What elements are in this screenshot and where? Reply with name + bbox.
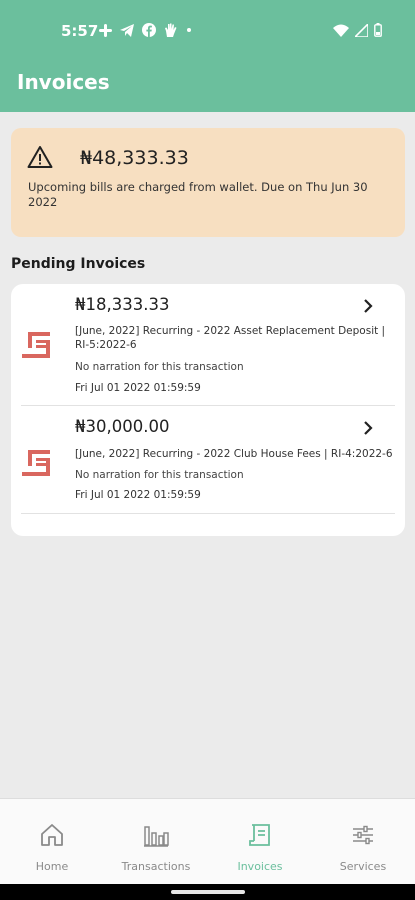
invoice-item[interactable]: ₦18,333.33 [June, 2022] Recurring - 2022… — [11, 284, 405, 406]
signal-icon — [355, 23, 368, 37]
receipt-icon — [22, 450, 50, 476]
due-message: Upcoming bills are charged from wallet. … — [28, 180, 368, 209]
invoice-item[interactable]: ₦30,000.00 [June, 2022] Recurring - 2022… — [11, 406, 405, 514]
pending-invoices-list: ₦18,333.33 [June, 2022] Recurring - 2022… — [11, 284, 405, 536]
chevron-right-icon[interactable] — [361, 298, 375, 314]
invoice-date: Fri Jul 01 2022 01:59:59 — [75, 382, 201, 394]
nav-label: Home — [35, 860, 69, 873]
sliders-icon — [353, 825, 373, 845]
page-title: Invoices — [17, 70, 110, 94]
home-gesture-pill[interactable] — [171, 890, 245, 894]
chevron-right-icon[interactable] — [361, 420, 375, 436]
invoice-narration: No narration for this transaction — [75, 469, 244, 481]
notification-icons — [99, 23, 193, 37]
hand-icon — [165, 23, 177, 37]
nav-item-home[interactable]: Home — [0, 799, 104, 885]
facebook-icon — [142, 23, 156, 37]
battery-icon — [374, 23, 382, 37]
invoice-description: [June, 2022] Recurring - 2022 Asset Repl… — [75, 325, 386, 351]
status-bar: 5:57 — [0, 0, 415, 62]
invoice-date: Fri Jul 01 2022 01:59:59 — [75, 489, 201, 501]
bar-chart-icon — [144, 826, 169, 847]
system-icons — [333, 23, 382, 37]
invoice-narration: No narration for this transaction — [75, 361, 244, 373]
home-icon — [41, 824, 63, 846]
receipt-icon — [22, 332, 50, 358]
telegram-icon — [120, 23, 134, 37]
invoice-amount: ₦30,000.00 — [75, 417, 170, 436]
status-time: 5:57 — [61, 22, 99, 40]
dot-icon — [187, 28, 191, 32]
warning-icon — [27, 146, 53, 168]
upcoming-bills-card: ₦48,333.33 Upcoming bills are charged fr… — [11, 128, 405, 237]
divider — [21, 513, 395, 514]
invoice-icon — [249, 824, 270, 846]
nav-item-services[interactable]: Services — [311, 799, 415, 885]
nav-label: Transactions — [121, 860, 191, 873]
app-bar: Invoices — [0, 62, 415, 112]
pending-invoices-title: Pending Invoices — [11, 256, 146, 272]
invoice-description: [June, 2022] Recurring - 2022 Club House… — [75, 448, 393, 460]
nav-label: Invoices — [237, 860, 283, 873]
wifi-icon — [333, 24, 349, 37]
invoice-amount: ₦18,333.33 — [75, 295, 170, 314]
slack-icon — [99, 23, 112, 37]
nav-item-transactions[interactable]: Transactions — [104, 799, 208, 885]
nav-item-invoices[interactable]: Invoices — [208, 799, 312, 885]
total-due-amount: ₦48,333.33 — [80, 147, 189, 169]
bottom-navigation: Home Transactions Invoices Services — [0, 798, 415, 884]
nav-label: Services — [339, 860, 387, 873]
